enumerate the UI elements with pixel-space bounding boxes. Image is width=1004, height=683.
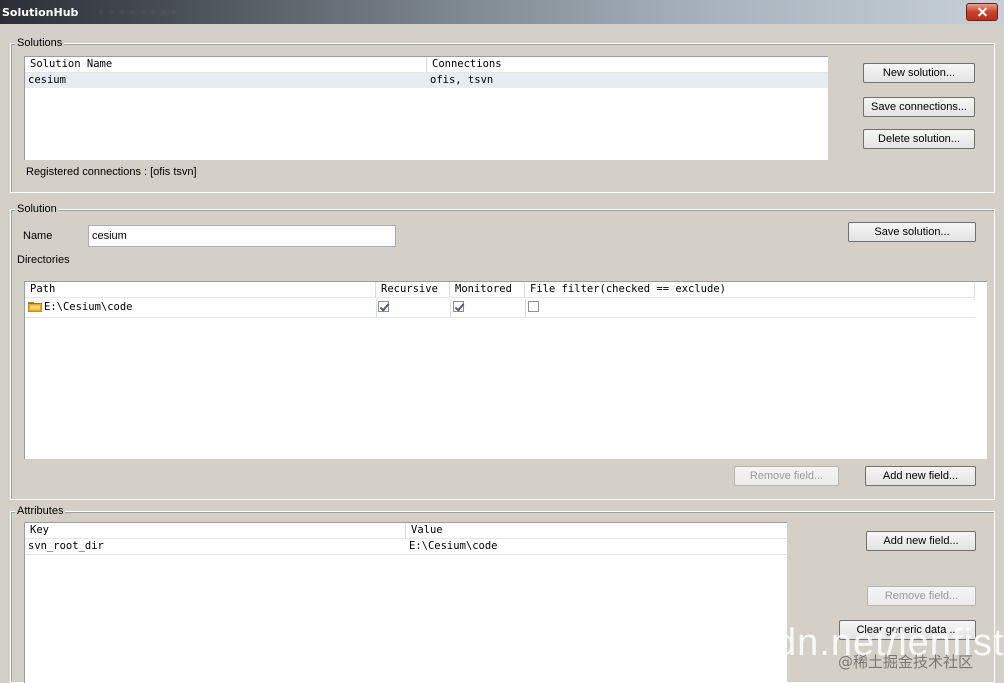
column-header-key[interactable]: Key	[25, 523, 406, 538]
title-bar[interactable]: SolutionHub · · · · · · · ·	[0, 0, 1004, 24]
new-solution-button[interactable]: New solution...	[863, 63, 975, 83]
connections-cell: ofis, tsvn	[430, 74, 494, 86]
solution-name-input[interactable]	[88, 225, 396, 247]
folder-icon	[28, 302, 42, 312]
column-header-file-filter[interactable]: File filter(checked == exclude)	[525, 282, 975, 297]
remove-attribute-field-button[interactable]: Remove field...	[867, 586, 976, 606]
table-row[interactable]: svn_root_dir E:\Cesium\code	[25, 539, 787, 555]
save-solution-button[interactable]: Save solution...	[848, 222, 976, 242]
attributes-group-label: Attributes	[15, 505, 66, 517]
attributes-table-header: Key Value	[25, 523, 787, 539]
watermark-subtext: @稀土掘金技术社区	[838, 653, 974, 671]
add-attribute-field-button[interactable]: Add new field...	[866, 531, 976, 551]
solution-name-cell: cesium	[28, 74, 66, 86]
solution-group-label: Solution	[15, 203, 59, 215]
solutions-table-header: Solution Name Connections	[25, 57, 828, 73]
window-title: SolutionHub	[2, 6, 79, 19]
column-header-monitored[interactable]: Monitored	[450, 282, 525, 297]
solutions-table[interactable]: Solution Name Connections cesium ofis, t…	[24, 56, 828, 160]
name-label: Name	[23, 230, 53, 242]
directories-table[interactable]: Path Recursive Monitored File filter(che…	[24, 281, 987, 459]
directories-table-header: Path Recursive Monitored File filter(che…	[25, 282, 975, 298]
solutions-group-label: Solutions	[15, 37, 65, 49]
save-connections-button[interactable]: Save connections...	[863, 97, 975, 117]
column-header-solution-name[interactable]: Solution Name	[25, 57, 427, 72]
recursive-cell	[376, 299, 450, 317]
add-directory-field-button[interactable]: Add new field...	[865, 466, 976, 486]
column-header-connections[interactable]: Connections	[427, 57, 828, 72]
window-title-blurred: · · · · · · · ·	[92, 6, 176, 19]
close-icon[interactable]	[966, 3, 998, 21]
value-cell: E:\Cesium\code	[409, 540, 498, 552]
key-cell: svn_root_dir	[28, 540, 104, 552]
file-filter-checkbox[interactable]	[528, 301, 539, 312]
monitored-cell	[450, 299, 525, 317]
column-header-recursive[interactable]: Recursive	[376, 282, 450, 297]
recursive-checkbox[interactable]	[378, 301, 389, 312]
column-header-path[interactable]: Path	[25, 282, 376, 297]
attributes-table[interactable]: Key Value svn_root_dir E:\Cesium\code	[24, 522, 787, 683]
file-filter-cell	[525, 299, 975, 317]
delete-solution-button[interactable]: Delete solution...	[863, 129, 975, 149]
monitored-checkbox[interactable]	[453, 301, 464, 312]
directories-group-label: Directories	[15, 254, 72, 266]
registered-connections-text: Registered connections : [ofis tsvn]	[26, 166, 197, 178]
path-cell: E:\Cesium\code	[44, 301, 133, 313]
table-row[interactable]: cesium ofis, tsvn	[25, 73, 828, 88]
column-header-value[interactable]: Value	[406, 523, 787, 538]
table-row[interactable]: E:\Cesium\code	[25, 299, 975, 318]
remove-directory-field-button[interactable]: Remove field...	[734, 466, 839, 486]
